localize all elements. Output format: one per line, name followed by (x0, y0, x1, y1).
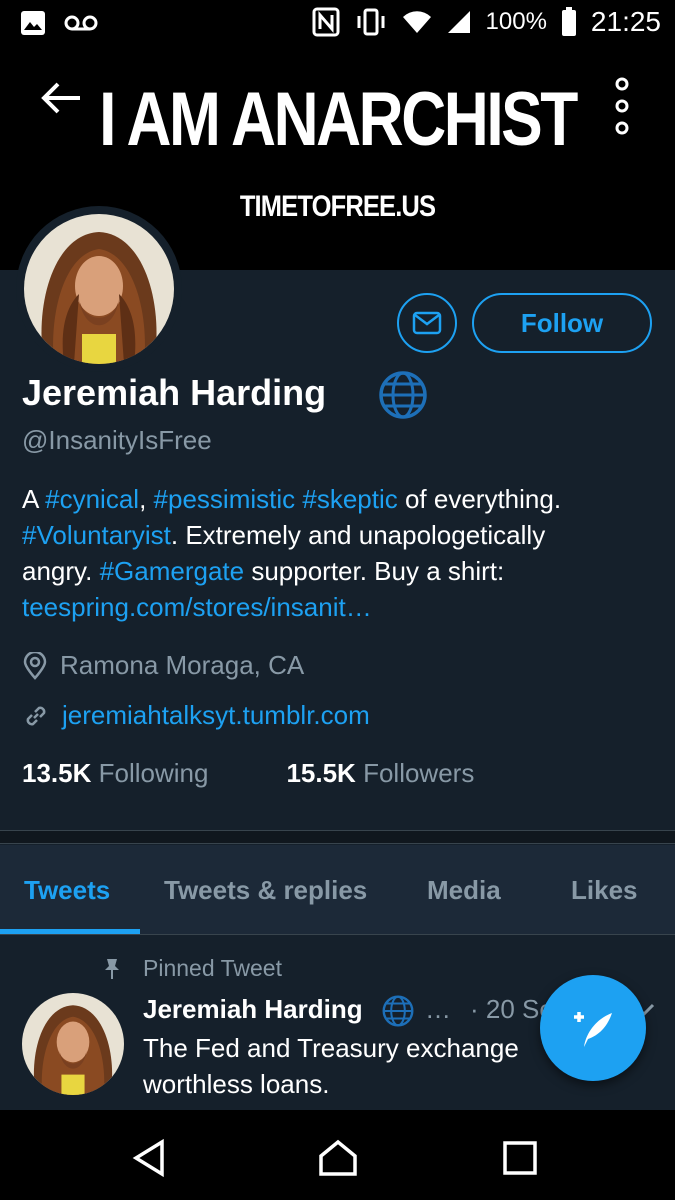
bio-link[interactable]: teespring.com/stores/insanit… (22, 592, 372, 622)
bio-text: . Extremely and unapologetically (170, 520, 546, 550)
battery-icon (561, 7, 576, 36)
bio-text: of everything. (397, 484, 562, 514)
clock: 21:25 (590, 6, 661, 37)
image-icon (21, 11, 45, 35)
voicemail-icon (64, 15, 98, 31)
following-stat[interactable]: 13.5K Following (22, 758, 208, 789)
active-tab-indicator (0, 929, 140, 934)
following-count: 13.5K (22, 758, 92, 788)
follow-button[interactable]: Follow (472, 293, 652, 353)
bio-line: teespring.com/stores/insanit… (22, 589, 652, 625)
followers-stat[interactable]: 15.5K Followers (286, 758, 474, 789)
bio-link[interactable]: #cynical (45, 484, 139, 514)
compose-tweet-button[interactable] (540, 975, 646, 1081)
message-button[interactable] (397, 293, 457, 353)
vibrate-icon (357, 8, 385, 36)
recent-apps-icon[interactable] (500, 1138, 540, 1178)
bio-link[interactable]: #pessimistic (154, 484, 296, 514)
android-nav-bar (0, 1110, 675, 1200)
bio-line: #Voluntaryist. Extremely and unapologeti… (22, 517, 652, 553)
link-icon (26, 706, 46, 725)
more-vertical-icon[interactable] (612, 76, 632, 136)
bio-line: A #cynical, #pessimistic #skeptic of eve… (22, 481, 652, 517)
back-triangle-icon[interactable] (130, 1138, 170, 1178)
profile-handle: @InsanityIsFree (22, 425, 212, 455)
profile-tabs: Tweets Tweets & replies Media Likes (0, 845, 675, 935)
following-label: Following (98, 758, 209, 788)
pin-icon (105, 959, 119, 979)
tab-tweets[interactable]: Tweets (24, 875, 110, 906)
profile-website[interactable]: jeremiahtalksyt.tumblr.com (22, 700, 370, 731)
tab-likes[interactable]: Likes (571, 875, 638, 906)
signal-icon (447, 11, 470, 33)
tweet-author-avatar[interactable] (22, 993, 124, 1095)
bio-text: angry. (22, 556, 100, 586)
bio-link[interactable]: #Voluntaryist (22, 520, 171, 550)
wifi-icon (402, 11, 431, 33)
globe-icon (379, 371, 427, 419)
section-divider (0, 830, 675, 844)
location-pin-icon (23, 651, 47, 680)
bio-text: supporter. Buy a shirt: (244, 556, 505, 586)
bio-text: A (22, 484, 46, 514)
location-text: Ramona Moraga, CA (60, 650, 305, 680)
bio-line: angry. #Gamergate supporter. Buy a shirt… (22, 553, 652, 589)
bio-link[interactable]: #skeptic (302, 484, 397, 514)
tab-tweets-replies[interactable]: Tweets & replies (164, 875, 367, 906)
website-link[interactable]: jeremiahtalksyt.tumblr.com (62, 700, 370, 731)
status-bar: 100% 21:25 (0, 0, 675, 48)
compose-feather-icon (574, 1012, 612, 1047)
bio-link[interactable]: #Gamergate (100, 556, 245, 586)
followers-count: 15.5K (286, 758, 356, 788)
profile-location: Ramona Moraga, CA (22, 650, 304, 681)
tweet-author-name[interactable]: Jeremiah Harding (143, 994, 363, 1025)
tweet-handle-ellipsis: … (425, 994, 451, 1024)
profile-bio: A #cynical, #pessimistic #skeptic of eve… (22, 481, 652, 625)
bio-text: , (139, 484, 154, 514)
home-icon[interactable] (318, 1138, 358, 1178)
battery-percent: 100% (485, 8, 547, 35)
tab-media[interactable]: Media (427, 875, 501, 906)
back-arrow-icon[interactable] (40, 78, 84, 118)
nfc-icon (312, 7, 340, 37)
profile-stats: 13.5K Following 15.5K Followers (22, 758, 552, 789)
globe-icon (382, 995, 414, 1027)
banner-title: I AM ANARCHIST (99, 77, 578, 162)
pinned-tweet-label: Pinned Tweet (143, 955, 282, 981)
profile-avatar[interactable] (24, 214, 174, 364)
envelope-icon (412, 311, 442, 335)
followers-label: Followers (363, 758, 475, 788)
profile-name: Jeremiah Harding (22, 372, 327, 413)
